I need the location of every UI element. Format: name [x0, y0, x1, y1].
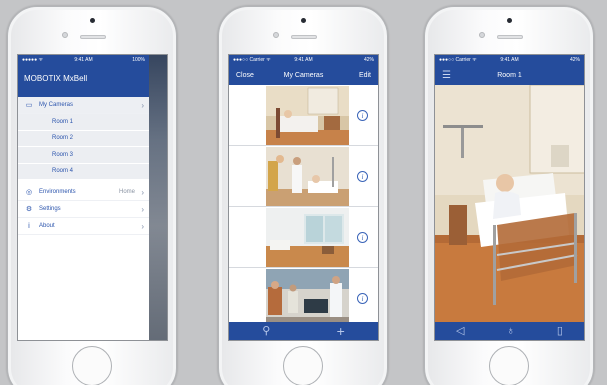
- gear-icon: ⚙: [25, 206, 33, 213]
- home-button[interactable]: [72, 346, 112, 385]
- side-drawer: ●●●●● ᯤ 9:41 AM 100% MOBOTIX MxBell ▭ My…: [18, 55, 149, 340]
- hamburger-icon[interactable]: ☰: [442, 70, 451, 81]
- info-icon[interactable]: i: [357, 110, 368, 121]
- live-camera-image[interactable]: [435, 85, 584, 322]
- camera-list: i i i i: [229, 85, 378, 329]
- earpiece-speaker: [291, 35, 317, 39]
- status-bar: ●●●●● ᯤ 9:41 AM 100%: [18, 55, 149, 65]
- edit-button[interactable]: Edit: [359, 72, 371, 79]
- camera-list-item[interactable]: i: [229, 146, 378, 207]
- environment-value: Home: [118, 189, 135, 195]
- proximity-sensor: [273, 32, 279, 38]
- menu-sub-room-2[interactable]: Room 2: [18, 130, 149, 147]
- page-title: Room 1: [497, 71, 522, 79]
- menu-item-label: Settings: [39, 206, 61, 212]
- info-icon: ⅰ: [28, 223, 30, 230]
- door-icon[interactable]: ▯: [557, 325, 563, 337]
- earpiece-speaker: [497, 35, 523, 39]
- phone-frame-camera-list: ●●●○○ Carrier ᯤ 9:41 AM 42% Close My Cam…: [218, 6, 388, 385]
- status-bar: ●●●○○ Carrier ᯤ 9:41 AM 42%: [229, 55, 378, 65]
- bottom-toolbar: ⚲ +: [229, 322, 378, 340]
- earpiece-speaker: [80, 35, 106, 39]
- menu-item-label: Environments: [39, 189, 76, 195]
- home-button[interactable]: [489, 346, 529, 385]
- camera-thumbnail: [266, 86, 349, 145]
- chevron-right-icon: ›: [141, 187, 144, 197]
- bottom-toolbar: ◁ ♁ ▯: [435, 322, 584, 340]
- speaker-icon[interactable]: ◁: [456, 325, 464, 337]
- status-time: 9:41 AM: [74, 57, 93, 63]
- front-camera: [301, 18, 306, 23]
- camera-list-item[interactable]: i: [229, 268, 378, 329]
- menu-sub-room-3[interactable]: Room 3: [18, 147, 149, 164]
- front-camera: [507, 18, 512, 23]
- menu-sub-room-4[interactable]: Room 4: [18, 163, 149, 180]
- camera-icon: ▭: [25, 102, 33, 109]
- screen-live-view: ●●●○○ Carrier ᯤ 9:41 AM 42% ☰ Room 1 ◁ ♁…: [434, 54, 585, 341]
- globe-icon: ◎: [25, 189, 33, 196]
- search-icon[interactable]: ⚲: [262, 325, 270, 337]
- camera-thumbnail: [266, 269, 349, 328]
- front-camera: [90, 18, 95, 23]
- close-button[interactable]: Close: [236, 72, 254, 79]
- menu-item-label: About: [39, 223, 55, 229]
- navigation-bar: ☰ Room 1: [435, 65, 584, 85]
- home-button[interactable]: [283, 346, 323, 385]
- plus-icon[interactable]: +: [337, 324, 345, 338]
- microphone-icon[interactable]: ♁: [507, 325, 515, 337]
- camera-thumbnail: [266, 208, 349, 267]
- menu-item-settings[interactable]: ⚙ Settings ›: [18, 201, 149, 218]
- phone-frame-menu: ●●●●● ᯤ 9:41 AM 100% MOBOTIX MxBell ▭ My…: [7, 6, 177, 385]
- chevron-right-icon: ›: [141, 100, 144, 110]
- drawer-overlay-shade[interactable]: [149, 55, 167, 340]
- status-bar: ●●●○○ Carrier ᯤ 9:41 AM 42%: [435, 55, 584, 65]
- menu-item-label: My Cameras: [39, 102, 74, 108]
- menu-sub-room-1[interactable]: Room 1: [18, 114, 149, 131]
- app-title: MOBOTIX MxBell: [24, 74, 88, 83]
- chevron-right-icon: ›: [141, 221, 144, 231]
- proximity-sensor: [62, 32, 68, 38]
- camera-list-item[interactable]: i: [229, 85, 378, 146]
- status-time: 9:41 AM: [294, 57, 313, 63]
- info-icon[interactable]: i: [357, 232, 368, 243]
- status-time: 9:41 AM: [500, 57, 519, 63]
- info-icon[interactable]: i: [357, 171, 368, 182]
- menu-item-about[interactable]: ⅰ About ›: [18, 218, 149, 235]
- phone-frame-live-view: ●●●○○ Carrier ᯤ 9:41 AM 42% ☰ Room 1 ◁ ♁…: [424, 6, 594, 385]
- camera-thumbnail: [266, 147, 349, 206]
- menu-item-environments[interactable]: ◎ Environments Home ›: [18, 184, 149, 201]
- screen-camera-list: ●●●○○ Carrier ᯤ 9:41 AM 42% Close My Cam…: [228, 54, 379, 341]
- camera-list-item[interactable]: i: [229, 207, 378, 268]
- chevron-right-icon: ›: [141, 204, 144, 214]
- screen-menu: ●●●●● ᯤ 9:41 AM 100% MOBOTIX MxBell ▭ My…: [17, 54, 168, 341]
- info-icon[interactable]: i: [357, 293, 368, 304]
- drawer-header: ●●●●● ᯤ 9:41 AM 100% MOBOTIX MxBell: [18, 55, 149, 97]
- menu-item-my-cameras[interactable]: ▭ My Cameras ›: [18, 97, 149, 114]
- navigation-bar: Close My Cameras Edit: [229, 65, 378, 85]
- proximity-sensor: [479, 32, 485, 38]
